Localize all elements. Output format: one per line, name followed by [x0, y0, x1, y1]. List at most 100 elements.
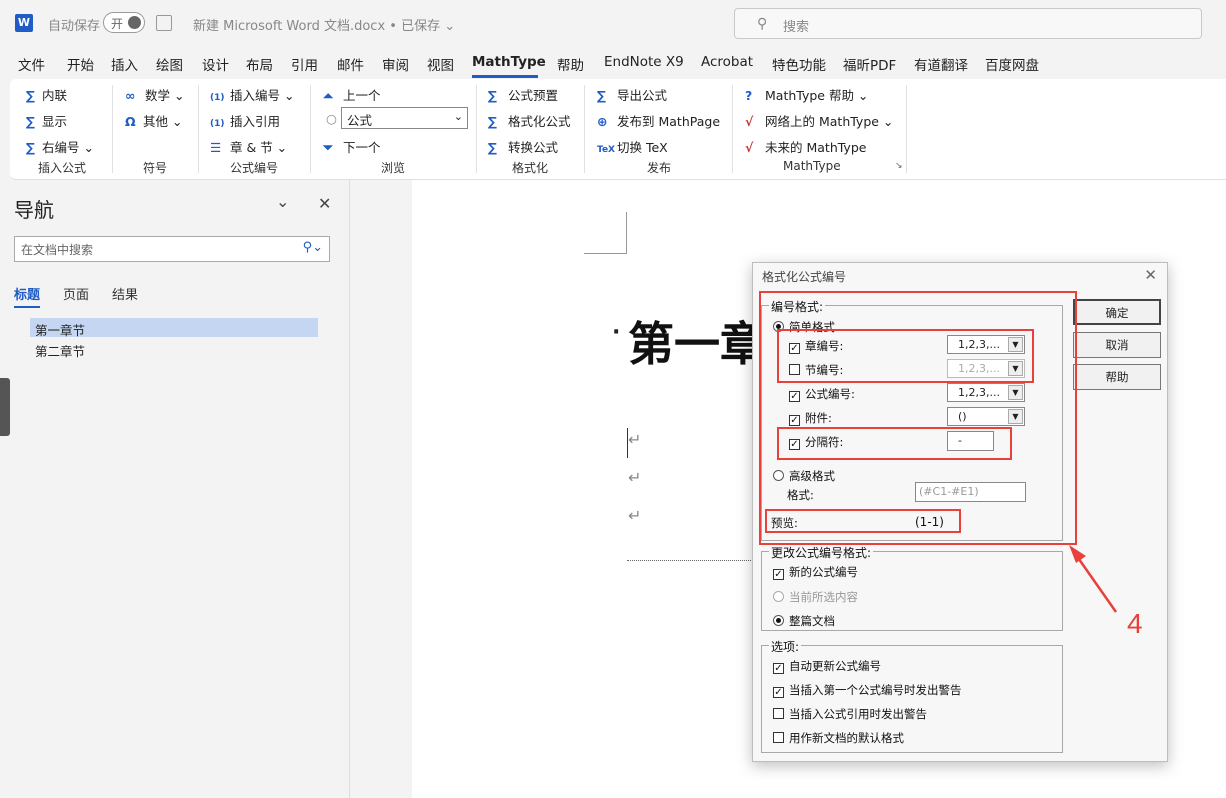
dialog-launcher-icon[interactable]: ↘ — [895, 161, 903, 171]
tab-acrobat[interactable]: Acrobat — [701, 54, 753, 70]
tab-features[interactable]: 特色功能 — [772, 54, 826, 74]
equation-preset-button[interactable]: ∑ 公式预置 — [488, 85, 558, 104]
ok-button[interactable]: 确定 — [1073, 299, 1161, 325]
tab-youdao[interactable]: 有道翻译 — [914, 54, 968, 74]
annotation-box-preview — [765, 509, 961, 533]
default-format-checkbox[interactable]: 用作新文档的默认格式 — [773, 730, 904, 746]
browse-type-select[interactable]: 公式 ⌄ — [341, 107, 468, 129]
sigma-icon: ∑ — [26, 140, 35, 155]
mathtype-help-button[interactable]: ? MathType 帮助 ⌄ — [745, 85, 868, 104]
ribbon-separator — [584, 85, 585, 173]
tab-layout[interactable]: 布局 — [246, 54, 273, 74]
page-corner-mark — [584, 212, 627, 254]
list-icon: ☰ — [210, 140, 222, 155]
tab-mailings[interactable]: 邮件 — [337, 54, 364, 74]
close-icon[interactable]: ✕ — [1144, 266, 1157, 284]
tab-draw[interactable]: 绘图 — [156, 54, 183, 74]
paragraph-mark-icon: ↵ — [628, 468, 642, 487]
chapter-section-button[interactable]: ☰ 章 & 节 ⌄ — [210, 137, 287, 156]
annotation-box-separator — [777, 427, 1012, 460]
format-equations-button[interactable]: ∑ 格式化公式 — [488, 111, 571, 130]
insert-reference-button[interactable]: (1) 插入引用 — [210, 111, 280, 130]
check-icon: ✓ — [773, 663, 784, 674]
right-number-button[interactable]: ∑ 右编号 ⌄ — [26, 137, 94, 156]
paragraph-mark-icon: ↵ — [628, 430, 642, 449]
tab-file[interactable]: 文件 — [18, 54, 45, 74]
ribbon-separator — [112, 85, 113, 173]
previous-button[interactable]: ⏶ 上一个 — [323, 85, 381, 104]
ribbon-separator — [906, 85, 907, 173]
search-box[interactable]: ⚲ 搜索 — [734, 8, 1202, 39]
next-button[interactable]: ⏷ 下一个 — [323, 137, 381, 156]
nav-search-input[interactable]: 在文档中搜索 ⚲⌄ — [14, 236, 330, 262]
change-format-legend: 更改公式编号格式: — [769, 544, 874, 561]
tab-endnote[interactable]: EndNote X9 — [604, 54, 684, 70]
mathtype-web-button[interactable]: √ 网络上的 MathType ⌄ — [745, 111, 893, 130]
nav-tab-results[interactable]: 结果 — [112, 284, 138, 303]
navigation-pane: 导航 ⌄ ✕ 在文档中搜索 ⚲⌄ 标题 页面 结果 第一章节 第二章节 — [0, 180, 350, 798]
browse-radio-icon: ○ — [326, 111, 337, 126]
tab-references[interactable]: 引用 — [291, 54, 318, 74]
math-symbols-button[interactable]: ∞ 数学 ⌄ — [125, 85, 184, 104]
export-equations-button[interactable]: ∑ 导出公式 — [597, 85, 667, 104]
options-legend: 选项: — [769, 638, 802, 655]
autosave-toggle[interactable]: 开 — [103, 12, 145, 33]
group-format: 格式化 — [512, 161, 549, 175]
reference-icon: (1) — [210, 119, 225, 129]
group-mathtype: MathType — [783, 159, 841, 173]
autosave-state: 开 — [111, 17, 124, 31]
mathtype-future-button[interactable]: √ 未来的 MathType — [745, 137, 866, 156]
arrow-down-icon: ⏷ — [323, 140, 334, 155]
help-button[interactable]: 帮助 — [1073, 364, 1161, 390]
tab-view[interactable]: 视图 — [427, 54, 454, 74]
document-heading[interactable]: 第一章 — [628, 308, 766, 374]
tab-design[interactable]: 设计 — [202, 54, 229, 74]
warn-first-number-checkbox[interactable]: ✓ 当插入第一个公式编号时发出警告 — [773, 682, 962, 698]
active-tab-underline — [472, 75, 538, 78]
inline-button[interactable]: ∑ 内联 — [26, 85, 67, 104]
tab-help[interactable]: 帮助 — [557, 54, 584, 74]
annotation-box-chapter — [777, 329, 1034, 383]
tab-insert[interactable]: 插入 — [111, 54, 138, 74]
publish-mathpage-button[interactable]: ⊕ 发布到 MathPage — [597, 111, 720, 130]
side-scroll-handle[interactable] — [0, 378, 10, 436]
nav-tab-underline — [14, 306, 40, 308]
ribbon-separator — [198, 85, 199, 173]
nav-title: 导航 — [14, 198, 54, 222]
tab-foxit[interactable]: 福昕PDF — [843, 54, 896, 74]
format-icon: ∑ — [488, 114, 497, 129]
display-button[interactable]: ∑ 显示 — [26, 111, 67, 130]
web-icon: √ — [745, 114, 754, 129]
infinity-icon: ∞ — [125, 88, 136, 103]
toggle-knob — [128, 16, 141, 29]
close-icon[interactable]: ✕ — [318, 194, 331, 213]
convert-equations-button[interactable]: ∑ 转换公式 — [488, 137, 558, 156]
nav-heading-item[interactable]: 第二章节 — [30, 339, 318, 359]
search-icon[interactable]: ⚲⌄ — [303, 240, 323, 255]
check-icon: ✓ — [773, 687, 784, 698]
new-numbers-checkbox[interactable]: ✓ 新的公式编号 — [773, 564, 858, 580]
word-logo-icon: W — [15, 14, 33, 32]
tab-home[interactable]: 开始 — [67, 54, 94, 74]
ribbon: ∑ 内联 ∑ 显示 ∑ 右编号 ⌄ 插入公式 ∞ 数学 ⌄ Ω 其他 ⌄ 符号 (1) 插入… — [10, 79, 1226, 180]
tab-baidu[interactable]: 百度网盘 — [985, 54, 1039, 74]
tab-review[interactable]: 审阅 — [382, 54, 409, 74]
ribbon-separator — [310, 85, 311, 173]
insert-number-button[interactable]: (1) 插入编号 ⌄ — [210, 85, 294, 104]
save-icon[interactable] — [156, 15, 172, 31]
nav-tab-pages[interactable]: 页面 — [63, 284, 89, 303]
chevron-down-icon[interactable]: ⌄ — [276, 192, 289, 211]
other-symbols-button[interactable]: Ω 其他 ⌄ — [125, 111, 182, 130]
auto-update-checkbox[interactable]: ✓ 自动更新公式编号 — [773, 658, 881, 674]
tab-mathtype[interactable]: MathType — [472, 54, 546, 70]
current-selection-radio[interactable]: 当前所选内容 — [773, 589, 858, 605]
toggle-tex-button[interactable]: TeX 切换 TeX — [597, 137, 668, 156]
group-insert-equation: 插入公式 — [38, 161, 87, 175]
document-title[interactable]: 新建 Microsoft Word 文档.docx • 已保存 ⌄ — [193, 15, 455, 34]
sigma-icon: ∑ — [26, 114, 35, 129]
nav-heading-item[interactable]: 第一章节 — [30, 318, 318, 338]
warn-reference-checkbox[interactable]: 当插入公式引用时发出警告 — [773, 706, 927, 722]
cancel-button[interactable]: 取消 — [1073, 332, 1161, 358]
nav-tab-headings[interactable]: 标题 — [14, 284, 40, 303]
whole-document-radio[interactable]: 整篇文档 — [773, 613, 835, 629]
